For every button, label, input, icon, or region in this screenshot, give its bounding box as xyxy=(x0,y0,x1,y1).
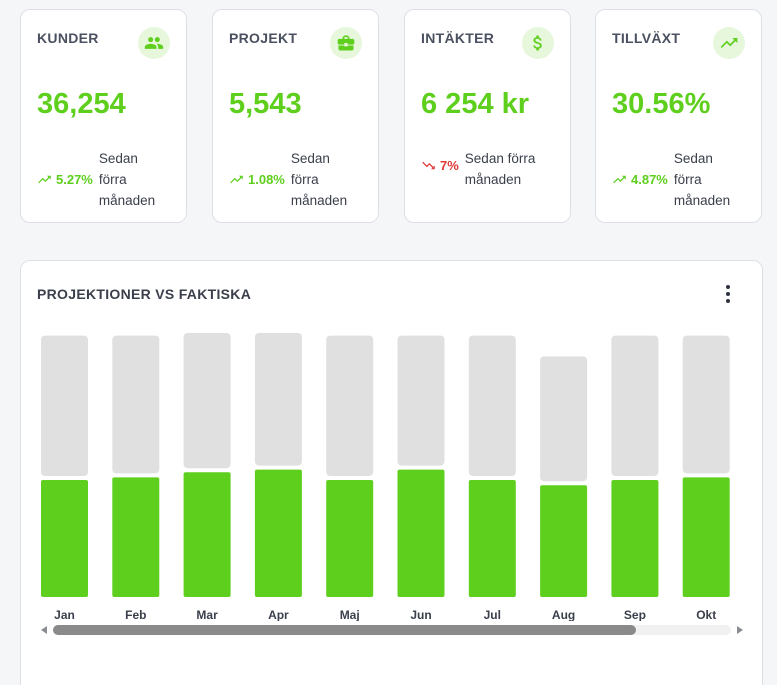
trending-up-icon xyxy=(613,175,626,184)
bar-projection-aug[interactable] xyxy=(540,356,588,482)
bar-actual-jul[interactable] xyxy=(468,480,516,597)
scroll-track[interactable] xyxy=(53,625,731,635)
trend-delta: 7% xyxy=(421,158,459,173)
stat-card-title: INTÄKTER xyxy=(421,30,495,46)
x-axis-tick-label: Jul xyxy=(484,608,501,621)
trend-delta-value: 5.27% xyxy=(56,172,93,187)
stat-card-trend: 4.87% Sedan förra månaden xyxy=(612,148,744,211)
stat-card-projects: PROJEKT 5,543 1.08% Sedan förra månaden xyxy=(212,9,379,223)
bar-actual-apr[interactable] xyxy=(254,469,302,597)
trending-up-icon xyxy=(713,27,745,59)
bar-projection-feb[interactable] xyxy=(112,335,160,474)
trending-down-icon xyxy=(422,161,435,170)
stat-card-trend: 1.08% Sedan förra månaden xyxy=(229,148,361,211)
trend-caption: Sedan förra månaden xyxy=(290,151,348,208)
x-axis-tick-label: Feb xyxy=(125,608,146,621)
x-axis-tick-label: Aug xyxy=(552,608,575,621)
x-axis-tick-label: Apr xyxy=(268,608,289,621)
chart-panel: PROJEKTIONER VS FAKTISKA Jan Feb Mar Apr Maj… xyxy=(20,260,763,685)
bar-actual-maj[interactable] xyxy=(326,480,374,597)
stat-card-revenue: INTÄKTER 6 254 kr 7% Sedan förra månaden xyxy=(404,9,571,223)
bar-projection-jan[interactable] xyxy=(41,335,88,476)
x-axis-tick-label: Jun xyxy=(410,608,431,621)
bar-actual-okt[interactable] xyxy=(682,477,730,597)
trending-up-icon xyxy=(38,175,51,184)
bar-projection-maj[interactable] xyxy=(326,335,374,476)
bar-actual-jan[interactable] xyxy=(41,480,88,597)
trend-caption: Sedan förra månaden xyxy=(464,151,536,187)
bar-projection-jul[interactable] xyxy=(468,335,516,476)
scroll-left-arrow-icon[interactable] xyxy=(41,626,47,634)
stat-card-trend: 5.27% Sedan förra månaden xyxy=(37,148,169,211)
stat-card-value: 30.56% xyxy=(612,88,711,120)
trend-delta: 5.27% xyxy=(37,172,93,187)
stat-card-growth: TILLVÄXT 30.56% 4.87% Sedan förra månade… xyxy=(595,9,762,223)
scroll-thumb[interactable] xyxy=(53,625,637,635)
stat-card-title: PROJEKT xyxy=(229,30,298,46)
people-icon xyxy=(138,27,170,59)
briefcase-icon xyxy=(330,27,362,59)
bar-projection-apr[interactable] xyxy=(254,333,302,466)
trend-delta-value: 1.08% xyxy=(248,172,285,187)
scroll-right-arrow-icon[interactable] xyxy=(737,626,743,634)
bar-actual-sep[interactable] xyxy=(611,480,659,597)
stat-card-customers: KUNDER 36,254 5.27% Sedan förra månaden xyxy=(20,9,187,223)
x-axis-tick-label: Sep xyxy=(624,608,646,621)
bar-actual-mar[interactable] xyxy=(183,472,231,597)
x-axis-tick-label: Jan xyxy=(54,608,75,621)
stat-card-title: TILLVÄXT xyxy=(612,30,681,46)
trend-delta: 4.87% xyxy=(612,172,668,187)
trend-caption: Sedan förra månaden xyxy=(98,151,156,208)
bar-actual-feb[interactable] xyxy=(112,477,160,597)
stat-card-value: 36,254 xyxy=(37,88,126,120)
stat-card-value: 5,543 xyxy=(229,88,302,120)
trend-delta-value: 7% xyxy=(440,158,459,173)
x-axis-tick-label: Mar xyxy=(196,608,218,621)
bar-chart: Jan Feb Mar Apr Maj Jun Jul Aug Sep Okt xyxy=(41,333,730,621)
bar-projection-mar[interactable] xyxy=(183,333,231,469)
bar-projection-jun[interactable] xyxy=(397,335,445,466)
trend-delta-value: 4.87% xyxy=(631,172,668,187)
trend-caption: Sedan förra månaden xyxy=(673,151,731,208)
x-axis-tick-label: Maj xyxy=(340,608,360,621)
dollar-icon xyxy=(522,27,554,59)
stat-card-trend: 7% Sedan förra månaden xyxy=(421,148,547,190)
bar-projection-okt[interactable] xyxy=(682,335,730,474)
stat-card-title: KUNDER xyxy=(37,30,99,46)
chart-scrollbar[interactable] xyxy=(39,623,745,637)
bar-actual-jun[interactable] xyxy=(397,469,445,597)
bar-projection-sep[interactable] xyxy=(611,335,659,476)
trend-delta: 1.08% xyxy=(229,172,285,187)
stat-card-value: 6 254 kr xyxy=(421,88,530,120)
bar-actual-aug[interactable] xyxy=(540,485,588,597)
x-axis-tick-label: Okt xyxy=(696,608,716,621)
trending-up-icon xyxy=(230,175,243,184)
